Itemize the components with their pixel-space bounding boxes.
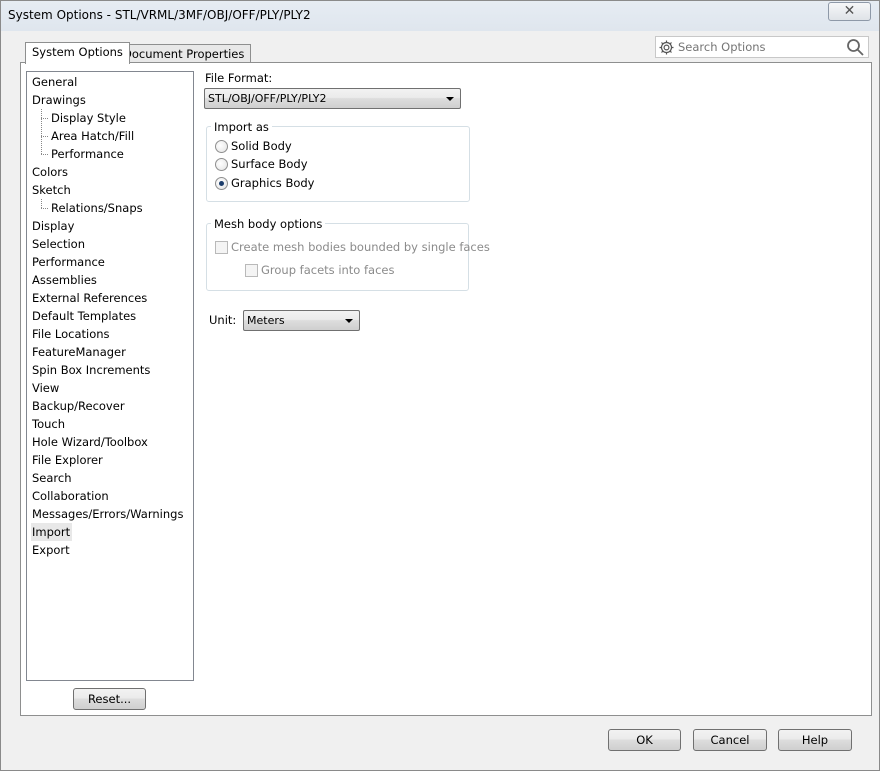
tree-item-default-templates[interactable]: Default Templates (31, 307, 138, 325)
tree-item-export[interactable]: Export (31, 541, 72, 559)
file-format-label: File Format: (205, 71, 273, 85)
reset-button-label: Reset... (87, 692, 132, 706)
tab-document-properties[interactable]: Document Properties (116, 44, 252, 62)
tree-item-backup-recover[interactable]: Backup/Recover (31, 397, 127, 415)
tree-item-hole-wizard-toolbox[interactable]: Hole Wizard/Toolbox (31, 433, 150, 451)
search-input[interactable] (678, 40, 838, 54)
solid-body-radio[interactable] (215, 140, 228, 153)
close-button[interactable]: ✕ (828, 2, 871, 21)
radio-selected-dot (219, 181, 224, 186)
close-icon: ✕ (843, 3, 856, 19)
tree-item-file-explorer[interactable]: File Explorer (31, 451, 105, 469)
tree-item-assemblies[interactable]: Assemblies (31, 271, 99, 289)
chevron-down-icon (345, 319, 353, 323)
ok-button-label: OK (636, 733, 653, 747)
file-format-select[interactable]: STL/OBJ/OFF/PLY/PLY2 (204, 88, 461, 109)
tree-item-touch[interactable]: Touch (31, 415, 67, 433)
tree-item-spin-box-increments[interactable]: Spin Box Increments (31, 361, 152, 379)
tree-item-import[interactable]: Import (31, 523, 73, 541)
tree-item-collaboration[interactable]: Collaboration (31, 487, 111, 505)
tab-label: Document Properties (123, 47, 245, 61)
tree-connector (41, 208, 48, 209)
solid-body-label[interactable]: Solid Body (231, 139, 292, 153)
tree-item-selection[interactable]: Selection (31, 235, 87, 253)
tree-item-external-references[interactable]: External References (31, 289, 149, 307)
options-tree: General Drawings Display Style Area Hatch/F… (26, 71, 194, 681)
tree-connector (41, 154, 48, 155)
tree-connector (41, 109, 42, 154)
ok-button[interactable]: OK (608, 729, 681, 751)
surface-body-label[interactable]: Surface Body (231, 157, 308, 171)
tree-item-messages-errors-warnings[interactable]: Messages/Errors/Warnings (31, 505, 185, 523)
graphics-body-radio[interactable] (215, 177, 228, 190)
chevron-down-icon (446, 97, 454, 101)
reset-button[interactable]: Reset... (73, 688, 146, 710)
tree-item-search[interactable]: Search (31, 469, 74, 487)
unit-select[interactable]: Meters (243, 310, 360, 331)
gear-icon[interactable] (658, 39, 675, 59)
unit-label: Unit: (209, 313, 237, 327)
tree-item-relations-snaps[interactable]: Relations/Snaps (50, 199, 145, 217)
tree-connector (41, 136, 48, 137)
tree-item-view[interactable]: View (31, 379, 61, 397)
help-button-label: Help (801, 733, 829, 747)
title-bar: System Options - STL/VRML/3MF/OBJ/OFF/PL… (1, 1, 879, 31)
create-mesh-bodies-checkbox[interactable] (215, 241, 228, 254)
unit-value: Meters (247, 314, 285, 327)
help-button[interactable]: Help (778, 729, 852, 751)
mesh-body-options-group (206, 223, 469, 291)
tree-item-general[interactable]: General (31, 73, 79, 91)
tree-item-area-hatch-fill[interactable]: Area Hatch/Fill (50, 127, 136, 145)
cancel-button-label: Cancel (710, 733, 750, 747)
surface-body-radio[interactable] (215, 158, 228, 171)
tab-label: System Options (32, 45, 123, 59)
system-options-dialog: System Options - STL/VRML/3MF/OBJ/OFF/PL… (0, 0, 880, 771)
group-facets-label[interactable]: Group facets into faces (261, 263, 395, 277)
tree-item-drawings[interactable]: Drawings (31, 91, 88, 109)
tree-item-display-style[interactable]: Display Style (50, 109, 128, 127)
cancel-button[interactable]: Cancel (693, 729, 767, 751)
file-format-value: STL/OBJ/OFF/PLY/PLY2 (208, 92, 327, 105)
search-icon[interactable] (846, 38, 865, 60)
tree-item-featuremanager[interactable]: FeatureManager (31, 343, 128, 361)
mesh-body-options-title: Mesh body options (211, 217, 326, 231)
tree-item-sketch[interactable]: Sketch (31, 181, 73, 199)
search-options-box[interactable] (655, 36, 869, 58)
tree-item-display[interactable]: Display (31, 217, 76, 235)
tab-system-options[interactable]: System Options (25, 42, 130, 64)
tree-item-performance[interactable]: Performance (50, 145, 126, 163)
graphics-body-label[interactable]: Graphics Body (231, 176, 314, 190)
tree-item-performance[interactable]: Performance (31, 253, 107, 271)
tree-item-colors[interactable]: Colors (31, 163, 70, 181)
tree-connector (41, 118, 48, 119)
tree-item-file-locations[interactable]: File Locations (31, 325, 112, 343)
tree-connector (41, 199, 42, 208)
group-facets-checkbox[interactable] (245, 264, 258, 277)
window-title: System Options - STL/VRML/3MF/OBJ/OFF/PL… (8, 8, 311, 22)
import-as-title: Import as (211, 120, 272, 134)
create-mesh-bodies-label[interactable]: Create mesh bodies bounded by single fac… (231, 240, 490, 254)
